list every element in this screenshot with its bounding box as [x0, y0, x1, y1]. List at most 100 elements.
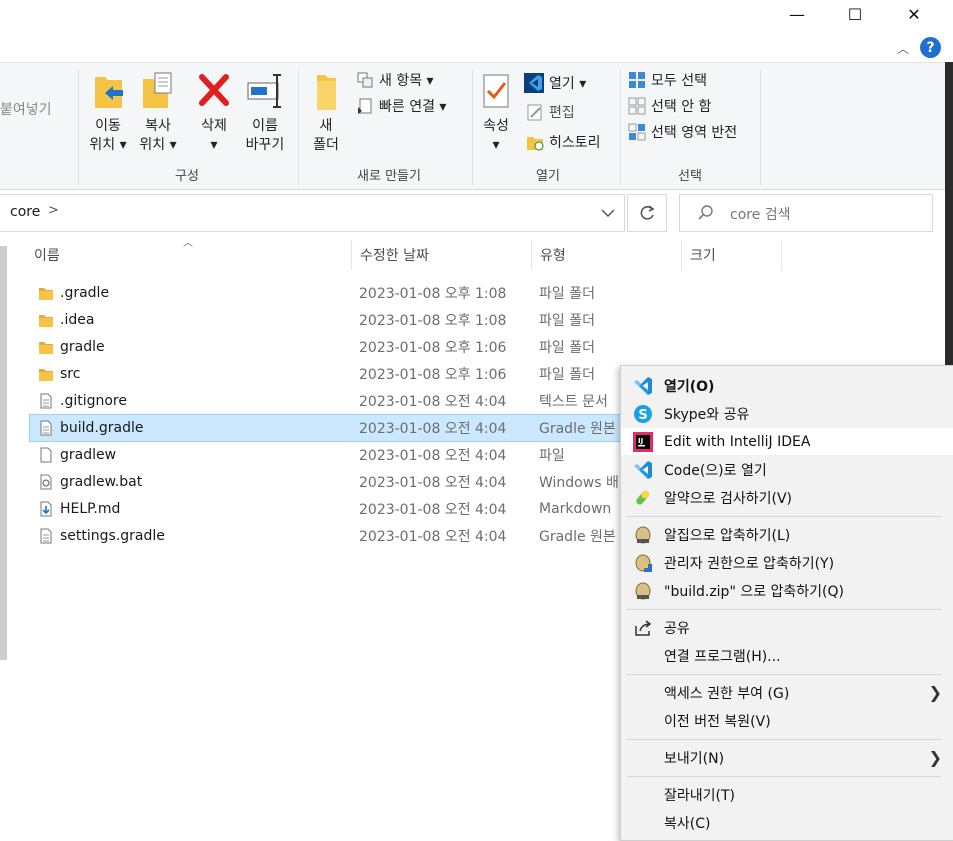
minimize-button[interactable]: — [774, 0, 820, 28]
select-all-button[interactable]: 모두 선택 [628, 69, 707, 91]
new-item-button[interactable]: 새 항목 ▾ [356, 69, 434, 91]
close-button[interactable]: ✕ [891, 0, 937, 28]
open-button[interactable]: 열기 ▾ [524, 72, 586, 94]
menu-separator [627, 776, 941, 777]
history-button[interactable]: 히스토리 [526, 131, 601, 153]
file-row[interactable]: .gitignore 2023-01-08 오전 4:04 텍스트 문서 [30, 388, 645, 414]
select-none-button[interactable]: 선택 안 함 [628, 95, 711, 117]
svg-text:IJ: IJ [638, 437, 643, 445]
menu-separator [627, 674, 941, 675]
context-menu-item[interactable]: 액세스 권한 부여 (G) ❯ [621, 679, 953, 706]
vscode-icon [633, 460, 653, 480]
file-row[interactable]: src 2023-01-08 오후 1:06 파일 폴더 [30, 361, 645, 387]
maximize-button[interactable]: ☐ [832, 0, 878, 28]
context-menu-item[interactable]: IJ Edit with IntelliJ IDEA [621, 428, 953, 455]
text-file-icon [38, 528, 54, 548]
context-menu-item[interactable]: S Skype와 공유 [621, 400, 953, 427]
column-header-size[interactable]: 크기 [690, 241, 716, 269]
refresh-button[interactable] [627, 194, 667, 232]
easy-access-button[interactable]: 빠른 연결 ▾ [356, 95, 446, 117]
context-menu-item[interactable]: 복사(C) [621, 809, 953, 836]
file-row[interactable]: settings.gradle 2023-01-08 오전 4:04 Gradle … [30, 523, 645, 549]
column-header-type[interactable]: 유형 [540, 241, 566, 269]
rename-button[interactable]: 이름 바꾸기 [240, 69, 290, 155]
group-divider [620, 69, 621, 185]
rename-label-1: 이름 [252, 118, 278, 134]
context-menu-item[interactable]: 공유 [621, 614, 953, 641]
context-menu-item[interactable]: 관리자 권한으로 압축하기(Y) [621, 549, 953, 576]
file-date: 2023-01-08 오후 1:08 [359, 313, 507, 329]
move-to-button[interactable]: 이동 위치 ▾ [84, 69, 132, 155]
context-menu-label: 알집으로 압축하기(L) [664, 527, 791, 544]
delete-x-icon [199, 74, 229, 106]
context-menu-label: 알약으로 검사하기(V) [664, 490, 792, 507]
properties-dropdown[interactable]: ▾ [476, 136, 516, 155]
properties-icon [483, 74, 509, 108]
nav-pane-scrollbar[interactable] [0, 246, 7, 660]
context-menu-item[interactable]: Code(으)로 열기 [621, 456, 953, 483]
file-row[interactable]: gradlew.bat 2023-01-08 오전 4:04 Windows 배 [30, 469, 645, 495]
context-menu-label: 액세스 권한 부여 (G) [664, 685, 790, 702]
folder-icon [38, 285, 54, 305]
select-all-label: 모두 선택 [651, 73, 707, 89]
context-menu-label: 공유 [664, 620, 690, 637]
file-row[interactable]: gradlew 2023-01-08 오전 4:04 파일 [30, 442, 645, 468]
breadcrumb-core[interactable]: core [10, 204, 40, 220]
column-header-date[interactable]: 수정한 날짜 [360, 241, 429, 269]
context-menu-item[interactable]: 잘라내기(T) [621, 781, 953, 808]
file-row[interactable]: gradle 2023-01-08 오후 1:06 파일 폴더 [30, 334, 645, 360]
group-divider [760, 69, 761, 185]
file-row[interactable]: .idea 2023-01-08 오후 1:08 파일 폴더 [30, 307, 645, 333]
title-bar: — ☐ ✕ ︿ ? [0, 0, 953, 62]
group-divider [472, 69, 473, 185]
column-divider[interactable] [781, 240, 782, 270]
easy-access-label: 빠른 연결 ▾ [379, 99, 447, 115]
file-name: gradlew [60, 447, 117, 463]
context-menu-item[interactable]: 이전 버전 복원(V) [621, 707, 953, 734]
skype-icon: S [633, 404, 653, 424]
blank-file-icon [38, 447, 54, 467]
file-row[interactable]: .gradle 2023-01-08 오후 1:08 파일 폴더 [30, 280, 645, 306]
file-type: 텍스트 문서 [539, 394, 608, 410]
intellij-icon: IJ [633, 432, 653, 452]
help-icon[interactable]: ? [920, 37, 941, 58]
ribbon-collapse-icon[interactable]: ︿ [897, 40, 909, 57]
column-divider[interactable] [351, 240, 352, 270]
breadcrumb-chevron-icon[interactable]: > [48, 203, 59, 218]
file-name: .gitignore [60, 393, 127, 409]
paste-button[interactable]: 붙여넣기 [0, 99, 52, 119]
file-row[interactable]: HELP.md 2023-01-08 오전 4:04 Markdown [30, 496, 645, 522]
search-placeholder: core 검색 [730, 207, 791, 223]
invert-selection-button[interactable]: 선택 영역 반전 [628, 121, 737, 143]
context-menu-item[interactable]: "build.zip" 으로 압축하기(Q) [621, 577, 953, 604]
address-bar[interactable]: core > [0, 194, 625, 232]
copy-to-button[interactable]: 복사 위치 ▾ [134, 69, 182, 155]
delete-label: 삭제 [201, 118, 227, 134]
context-menu-item[interactable]: 알집으로 압축하기(L) [621, 521, 953, 548]
file-name: HELP.md [60, 501, 121, 517]
file-date: 2023-01-08 오전 4:04 [359, 529, 507, 545]
context-menu-item[interactable]: 열기(O) [621, 372, 953, 399]
rename-icon [247, 74, 281, 108]
column-header-name[interactable]: 이름 [34, 241, 60, 269]
file-row[interactable]: build.gradle 2023-01-08 오전 4:04 Gradle 원본 [29, 414, 646, 442]
svg-text:S: S [638, 408, 647, 423]
column-divider[interactable] [531, 240, 532, 270]
delete-button[interactable]: 삭제 ▾ [192, 69, 236, 155]
column-divider[interactable] [681, 240, 682, 270]
vscode-icon [524, 73, 544, 93]
file-name: src [60, 366, 81, 382]
context-menu-item[interactable]: 보내기(N) ❯ [621, 744, 953, 771]
context-menu-item[interactable]: 알약으로 검사하기(V) [621, 484, 953, 511]
new-folder-button[interactable]: 새 폴더 [304, 69, 348, 155]
file-type: 파일 폴더 [539, 313, 595, 329]
edit-button[interactable]: 편집 [526, 101, 575, 123]
properties-label: 속성 [483, 118, 509, 134]
context-menu-label: 잘라내기(T) [664, 787, 735, 804]
properties-button[interactable]: 속성 ▾ [476, 69, 516, 155]
delete-dropdown[interactable]: ▾ [192, 136, 236, 155]
address-dropdown-chevron-icon[interactable] [601, 208, 615, 218]
search-box[interactable]: core 검색 [679, 194, 933, 232]
context-menu-item[interactable]: 연결 프로그램(H)... [621, 642, 953, 669]
context-menu-label: 복사(C) [664, 815, 711, 832]
